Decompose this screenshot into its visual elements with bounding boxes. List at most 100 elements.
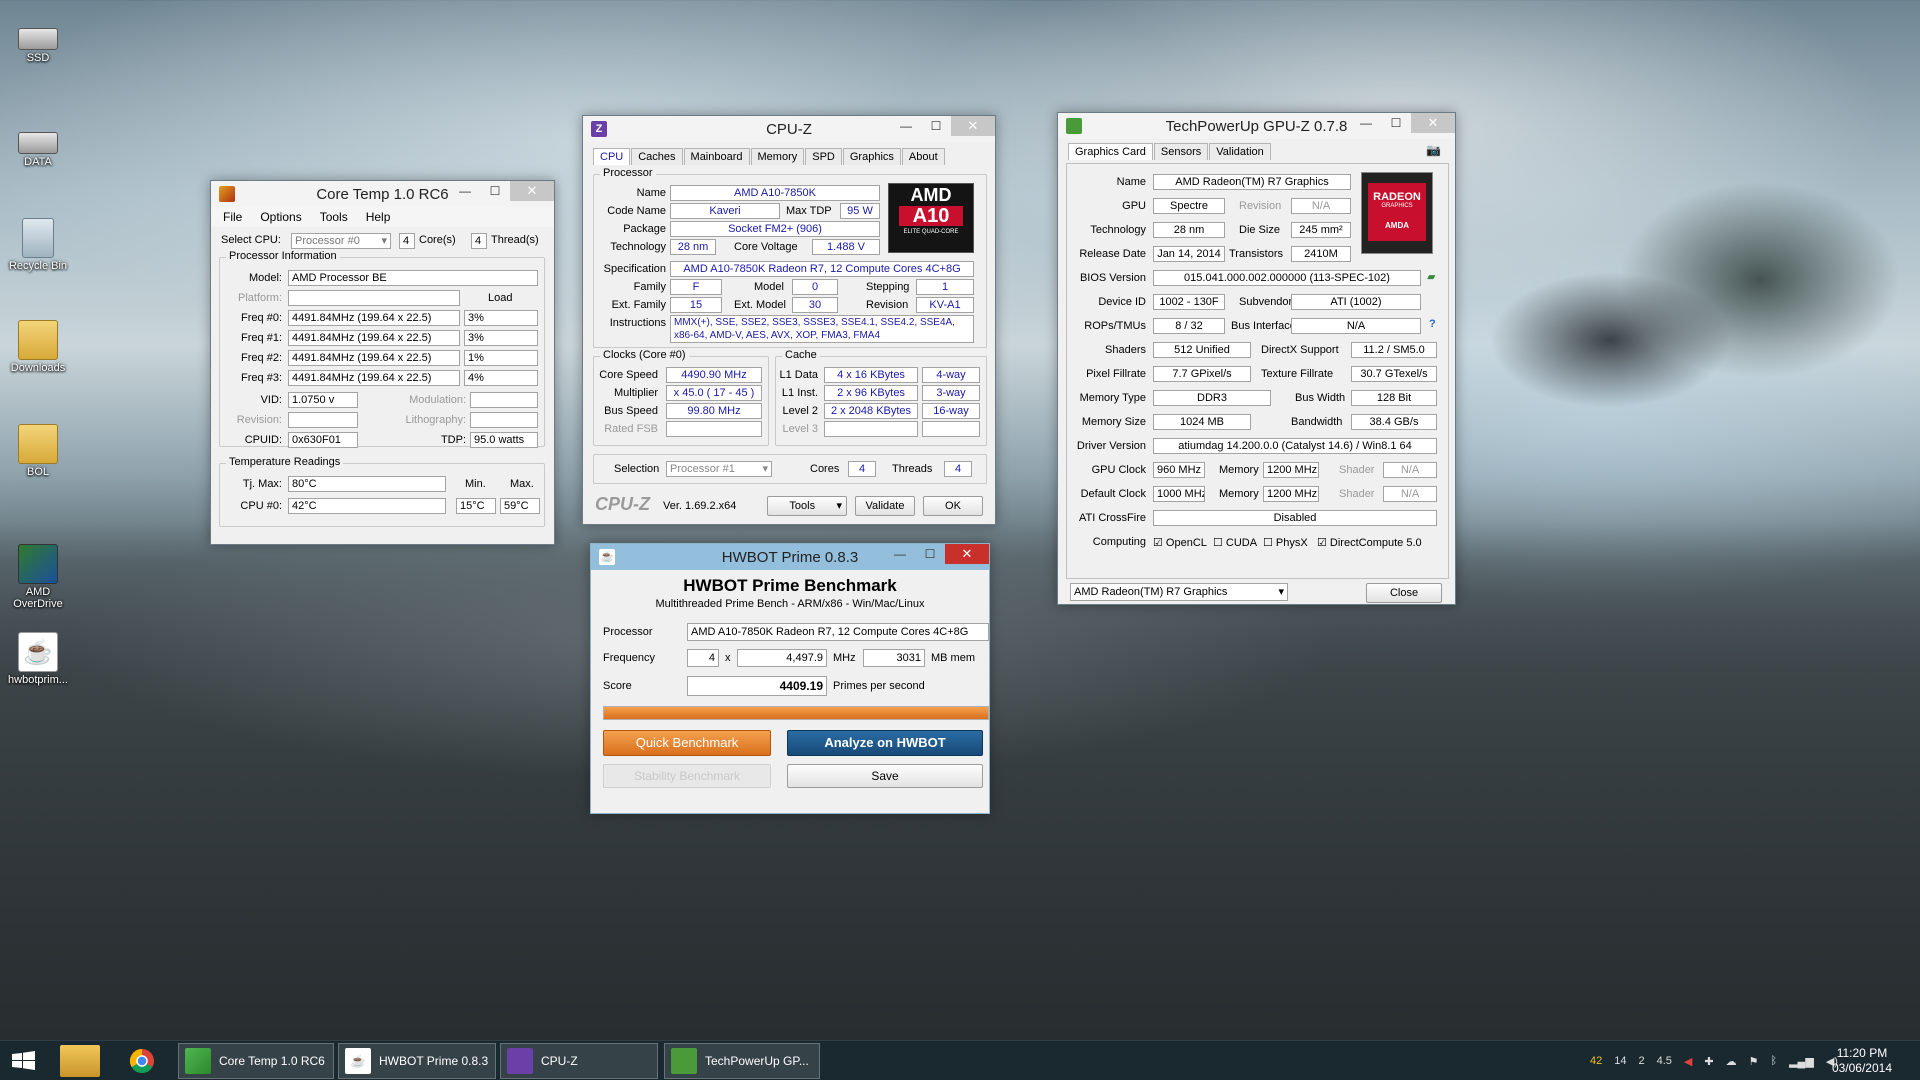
- close-icon[interactable]: ✕: [951, 116, 995, 136]
- cpuz-titlebar[interactable]: Z CPU-Z — ☐ ✕: [583, 116, 995, 142]
- group-title: Processor Information: [226, 250, 340, 262]
- file-explorer-icon[interactable]: [60, 1045, 100, 1077]
- businterface-label: Bus Interface: [1231, 320, 1296, 332]
- coretemp-titlebar[interactable]: Core Temp 1.0 RC6 — ☐ ✕: [211, 181, 554, 207]
- minimize-icon[interactable]: —: [1351, 113, 1381, 133]
- flag-icon[interactable]: ⚑: [1749, 1055, 1759, 1068]
- taskbar-task-hwbot[interactable]: ☕ HWBOT Prime 0.8.3: [338, 1043, 496, 1079]
- hwbot-window[interactable]: ☕ HWBOT Prime 0.8.3 — ☐ ✕ HWBOT Prime Be…: [590, 543, 990, 814]
- tray-temp[interactable]: 42: [1590, 1055, 1602, 1067]
- speaker-muted-icon[interactable]: ◀: [1684, 1055, 1692, 1068]
- tab-cpu[interactable]: CPU: [593, 148, 631, 165]
- directcompute-checkbox[interactable]: ☑ DirectCompute 5.0: [1317, 536, 1422, 549]
- desktop-icon-bol[interactable]: BOL: [0, 424, 76, 478]
- tab-graphics-card[interactable]: Graphics Card: [1068, 143, 1153, 160]
- cuda-checkbox[interactable]: ☐ CUDA: [1213, 536, 1257, 549]
- tdp-label: TDP:: [440, 434, 466, 446]
- help-icon[interactable]: ?: [1429, 318, 1436, 330]
- cpuz-window[interactable]: Z CPU-Z — ☐ ✕ CPU Caches Mainboard Memor…: [582, 115, 996, 525]
- name-label: Name: [1116, 176, 1146, 188]
- tab-mainboard[interactable]: Mainboard: [683, 148, 750, 165]
- maximize-icon[interactable]: ☐: [921, 116, 951, 136]
- analyze-hwbot-button[interactable]: Analyze on HWBOT: [787, 730, 983, 756]
- cloud-icon[interactable]: ☁: [1726, 1055, 1737, 1068]
- desktop-icon-recycle-bin[interactable]: Recycle Bin: [0, 218, 76, 272]
- desktop-icon-data[interactable]: DATA: [0, 118, 76, 168]
- selection-dropdown[interactable]: Processor #1 ▾: [666, 461, 772, 477]
- gpuz-titlebar[interactable]: TechPowerUp GPU-Z 0.7.8 — ☐ ✕: [1058, 113, 1455, 139]
- clocks-group: Clocks (Core #0) Core Speed 4490.90 MHz …: [593, 349, 769, 446]
- close-button[interactable]: Close: [1366, 583, 1442, 603]
- memtype-label: Memory Type: [1079, 392, 1146, 404]
- taskbar-task-cpuz[interactable]: CPU-Z: [500, 1043, 658, 1079]
- camera-icon[interactable]: 📷: [1426, 143, 1441, 157]
- tray-temp[interactable]: 2: [1639, 1055, 1645, 1067]
- opencl-checkbox[interactable]: ☑ OpenCL: [1153, 536, 1207, 549]
- java-icon: ☕: [345, 1048, 371, 1074]
- tab-sensors[interactable]: Sensors: [1153, 143, 1209, 160]
- defclock-label: Default Clock: [1080, 488, 1146, 500]
- tab-spd[interactable]: SPD: [805, 148, 842, 165]
- select-cpu-dropdown[interactable]: Processor #0 ▾: [291, 233, 391, 249]
- mhz-label: MHz: [833, 652, 856, 664]
- instructions-value: MMX(+), SSE, SSE2, SSE3, SSSE3, SSE4.1, …: [670, 315, 974, 343]
- desktop-icon-hwbotprime[interactable]: ☕ hwbotprim...: [0, 632, 76, 686]
- menu-help[interactable]: Help: [366, 210, 391, 224]
- close-icon[interactable]: ✕: [945, 544, 989, 564]
- minimize-icon[interactable]: —: [450, 181, 480, 201]
- tray-temp[interactable]: 14: [1614, 1055, 1626, 1067]
- close-icon[interactable]: ✕: [510, 181, 554, 201]
- maximize-icon[interactable]: ☐: [480, 181, 510, 201]
- maximize-icon[interactable]: ☐: [915, 544, 945, 564]
- tab-validation[interactable]: Validation: [1209, 143, 1271, 160]
- maximize-icon[interactable]: ☐: [1381, 113, 1411, 133]
- hwbot-titlebar[interactable]: ☕ HWBOT Prime 0.8.3 — ☐ ✕: [591, 544, 989, 570]
- name-value: AMD Radeon(TM) R7 Graphics: [1153, 174, 1351, 190]
- signal-icon[interactable]: ▂▄▆: [1789, 1055, 1814, 1068]
- taskbar-task-coretemp[interactable]: Core Temp 1.0 RC6: [178, 1043, 334, 1079]
- physx-checkbox[interactable]: ☐ PhysX: [1263, 536, 1308, 549]
- close-icon[interactable]: ✕: [1411, 113, 1455, 133]
- cpuz-app-icon: Z: [591, 121, 607, 137]
- tab-caches[interactable]: Caches: [631, 148, 683, 165]
- stability-benchmark-button[interactable]: Stability Benchmark: [603, 764, 771, 788]
- minimize-icon[interactable]: —: [891, 116, 921, 136]
- pixel-value: 7.7 GPixel/s: [1153, 366, 1251, 382]
- start-button[interactable]: [0, 1041, 48, 1080]
- network-icon[interactable]: ✚: [1704, 1055, 1713, 1068]
- gpu-value: Spectre: [1153, 198, 1225, 214]
- taskbar-clock[interactable]: 11:20 PM 03/06/2014: [1832, 1046, 1892, 1076]
- logo-brand: AMD: [910, 185, 952, 205]
- menu-tools[interactable]: Tools: [320, 210, 348, 224]
- desktop-icon-ssd[interactable]: SSD: [0, 14, 76, 64]
- bios-share-icon[interactable]: ▰: [1427, 270, 1435, 283]
- minimize-icon[interactable]: —: [885, 544, 915, 564]
- save-button[interactable]: Save: [787, 764, 983, 788]
- gpuz-window[interactable]: TechPowerUp GPU-Z 0.7.8 — ☐ ✕ Graphics C…: [1057, 112, 1456, 605]
- tools-button[interactable]: Tools ▾: [767, 496, 847, 516]
- gpu-label: GPU: [1122, 200, 1146, 212]
- menu-options[interactable]: Options: [260, 210, 301, 224]
- tab-about[interactable]: About: [901, 148, 945, 165]
- validate-button[interactable]: Validate: [855, 496, 915, 516]
- taskbar-task-gpuz[interactable]: TechPowerUp GP...: [664, 1043, 820, 1079]
- ok-button[interactable]: OK: [923, 496, 983, 516]
- desktop-icon-amd-overdrive[interactable]: AMD OverDrive: [0, 544, 76, 610]
- desktop-icon-downloads[interactable]: Downloads: [0, 320, 76, 374]
- quick-benchmark-button[interactable]: Quick Benchmark: [603, 730, 771, 756]
- logo-model: A10: [899, 206, 963, 226]
- gpu-select-dropdown[interactable]: AMD Radeon(TM) R7 Graphics ▾: [1070, 583, 1288, 601]
- tab-memory[interactable]: Memory: [750, 148, 805, 165]
- menu-file[interactable]: File: [223, 210, 242, 224]
- tab-graphics[interactable]: Graphics: [842, 148, 901, 165]
- tray-temp[interactable]: 4.5: [1657, 1055, 1672, 1067]
- memory-label: Memory: [1219, 488, 1259, 500]
- coretemp-window[interactable]: Core Temp 1.0 RC6 — ☐ ✕ File Options Too…: [210, 180, 555, 545]
- cpu0-min: 15°C: [456, 498, 496, 514]
- mem-value: 3031: [863, 649, 925, 667]
- taskbar-task-label: TechPowerUp GP...: [705, 1054, 809, 1068]
- bluetooth-icon[interactable]: ᛒ: [1770, 1055, 1777, 1067]
- cores-label: Core(s): [419, 234, 456, 246]
- gpuz-app-icon: [671, 1048, 697, 1074]
- chrome-icon[interactable]: [122, 1045, 162, 1077]
